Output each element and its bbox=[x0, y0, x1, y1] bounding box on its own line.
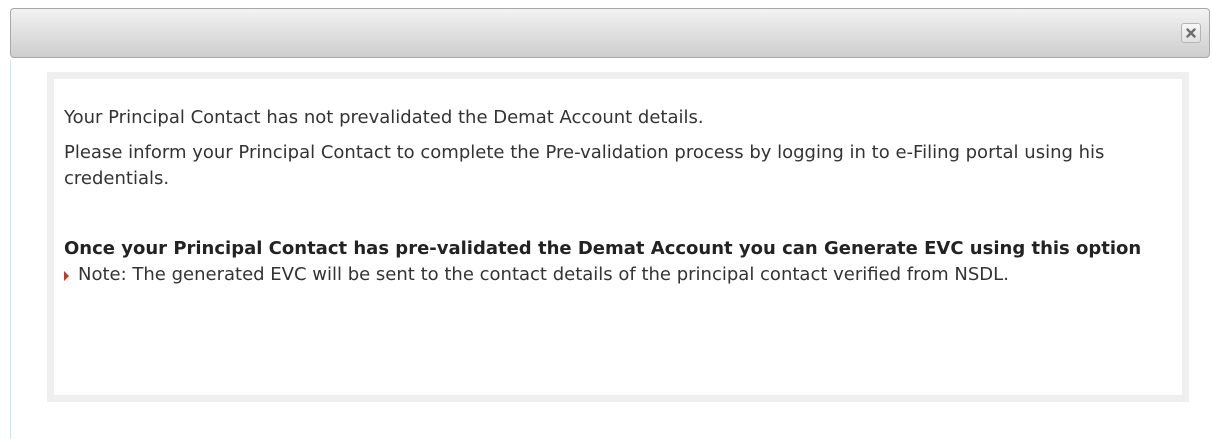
generate-evc-heading: Once your Principal Contact has pre-vali… bbox=[64, 238, 1142, 259]
message-panel: Your Principal Contact has not prevalida… bbox=[47, 72, 1189, 402]
arrow-right-icon bbox=[64, 271, 69, 281]
dialog-titlebar bbox=[10, 8, 1210, 58]
message-content: Your Principal Contact has not prevalida… bbox=[64, 105, 1176, 288]
instruction-message: Please inform your Principal Contact to … bbox=[64, 142, 1105, 189]
note-item: Note: The generated EVC will be sent to … bbox=[64, 262, 1176, 288]
dialog-left-border bbox=[10, 60, 11, 439]
close-button[interactable] bbox=[1181, 23, 1201, 43]
close-icon bbox=[1186, 28, 1196, 38]
note-text: Note: The generated EVC will be sent to … bbox=[78, 264, 1009, 285]
status-message: Your Principal Contact has not prevalida… bbox=[64, 107, 704, 128]
evc-dialog: Your Principal Contact has not prevalida… bbox=[0, 0, 1212, 439]
